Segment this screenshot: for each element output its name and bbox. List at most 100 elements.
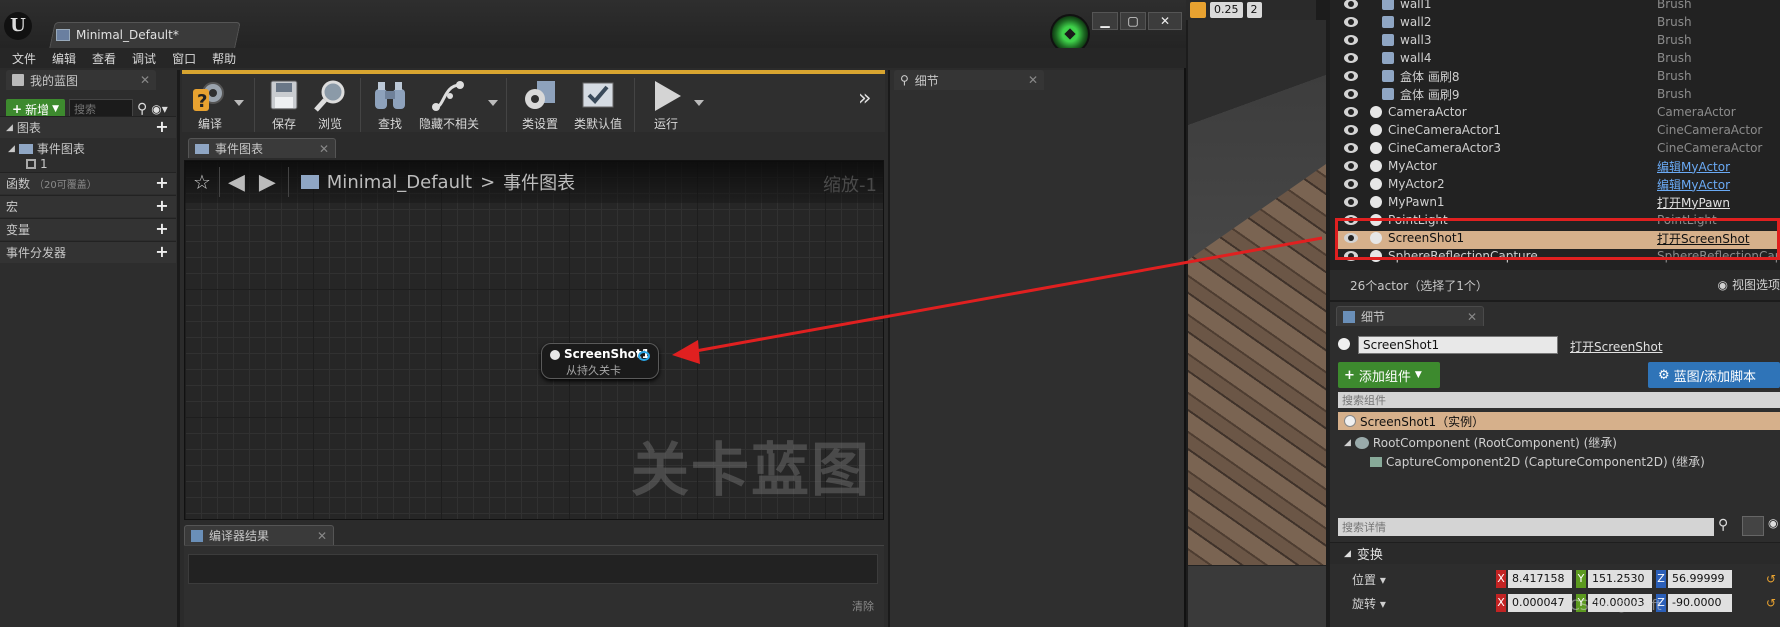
graph-child-item[interactable]: 1 [26, 157, 48, 171]
browse-button[interactable]: 浏览 [308, 76, 352, 134]
menu-view[interactable]: 查看 [84, 48, 124, 68]
add-macro-button[interactable]: + [154, 198, 170, 215]
class-settings-button[interactable]: 类设置 [516, 76, 564, 134]
graph-item-event-graph[interactable]: ◢ 事件图表 [8, 140, 85, 157]
open-blueprint-link[interactable]: 打开ScreenShot [1570, 338, 1663, 355]
visibility-eye-icon[interactable] [1344, 71, 1358, 81]
event-graph-canvas[interactable]: ☆ ◀ ▶ Minimal_Default > 事件图表 缩放-1 Screen… [184, 160, 884, 520]
rotation-x-field[interactable]: 0.000047 [1508, 594, 1572, 612]
menu-edit[interactable]: 编辑 [44, 48, 84, 68]
output-pin-icon[interactable] [638, 351, 650, 361]
section-variables[interactable]: 变量 + [0, 218, 176, 240]
favorite-star-icon[interactable]: ☆ [193, 170, 211, 194]
save-button[interactable]: 保存 [264, 76, 304, 134]
screenshot1-actor-node[interactable]: ScreenShot1 从持久关卡 [541, 343, 659, 379]
eye-icon[interactable]: ◉ [1768, 516, 1778, 530]
camera-speed[interactable]: 2 [1246, 2, 1262, 18]
menu-debug[interactable]: 调试 [124, 48, 164, 68]
outliner-row-type[interactable]: 编辑MyActor [1657, 176, 1730, 193]
add-function-button[interactable]: + [154, 175, 170, 192]
close-icon[interactable]: ✕ [140, 73, 150, 87]
outliner-row-type[interactable]: 打开MyPawn [1657, 194, 1730, 211]
location-label[interactable]: 位置 ▾ [1352, 571, 1386, 588]
menu-file[interactable]: 文件 [4, 48, 44, 68]
component-row-root[interactable]: ◢ RootComponent (RootComponent) (继承) [1344, 434, 1617, 451]
outliner-row[interactable]: MyActor 编辑MyActor [1330, 157, 1780, 175]
visibility-eye-icon[interactable] [1344, 197, 1358, 207]
menu-window[interactable]: 窗口 [164, 48, 204, 68]
close-button[interactable]: ✕ [1148, 12, 1182, 30]
outliner-row[interactable]: MyPawn1 打开MyPawn [1330, 193, 1780, 211]
add-graph-button[interactable]: + [154, 119, 170, 136]
my-blueprint-tab[interactable]: 我的蓝图 ✕ [6, 70, 156, 90]
visibility-eye-icon[interactable] [1344, 125, 1358, 135]
snap-value[interactable]: 0.25 [1210, 2, 1243, 18]
component-row-capture[interactable]: CaptureComponent2D (CaptureComponent2D) … [1370, 453, 1705, 470]
menu-help[interactable]: 帮助 [204, 48, 244, 68]
close-icon[interactable]: ✕ [1467, 310, 1477, 324]
compiler-results-tab[interactable]: 编译器结果 ✕ [184, 525, 334, 545]
toolbar-overflow-button[interactable]: » [858, 86, 871, 111]
outliner-row[interactable]: 盒体 画刷8 Brush [1330, 67, 1780, 85]
visibility-eye-icon[interactable] [1344, 107, 1358, 117]
outliner-row[interactable]: wall3 Brush [1330, 31, 1780, 49]
class-defaults-button[interactable]: 类默认值 [570, 76, 626, 134]
search-icon[interactable]: ⚲ [1718, 517, 1728, 533]
details-tab[interactable]: ⚲ 细节 ✕ [894, 70, 1044, 90]
view-options-button[interactable]: ◉ 视图选项 [1718, 276, 1780, 293]
eye-icon[interactable]: ◉▾ [151, 102, 168, 116]
forward-arrow-icon[interactable]: ▶ [259, 170, 276, 195]
minimize-button[interactable]: ▁ [1092, 12, 1118, 30]
compile-options-chevron-icon[interactable] [234, 100, 244, 106]
document-tab[interactable]: Minimal_Default* [56, 24, 179, 46]
breadcrumb-root[interactable]: Minimal_Default [327, 172, 472, 193]
outliner-row[interactable]: 盒体 画刷9 Brush [1330, 85, 1780, 103]
compile-button[interactable]: ? 编译 [186, 76, 234, 134]
outliner-row[interactable]: CameraActor CameraActor [1330, 103, 1780, 121]
detail-search-input[interactable] [1338, 518, 1714, 536]
transform-category[interactable]: ◢ 变换 [1330, 542, 1780, 564]
visibility-eye-icon[interactable] [1344, 53, 1358, 63]
visibility-eye-icon[interactable] [1344, 0, 1358, 9]
reset-arrow-icon[interactable]: ↺ [1766, 596, 1776, 610]
section-event-dispatchers[interactable]: 事件分发器 + [0, 241, 176, 263]
location-x-field[interactable]: 8.417158 [1508, 570, 1572, 588]
section-macros[interactable]: 宏 + [0, 195, 176, 217]
component-self-row[interactable]: ScreenShot1（实例） [1338, 412, 1780, 430]
hide-unrelated-chevron-icon[interactable] [488, 100, 498, 106]
maximize-button[interactable]: ▢ [1120, 12, 1146, 30]
section-graphs[interactable]: ◢ 图表 + [0, 116, 176, 138]
add-event-dispatcher-button[interactable]: + [154, 244, 170, 261]
close-icon[interactable]: ✕ [319, 142, 329, 156]
outliner-row[interactable]: wall1 Brush [1330, 0, 1780, 13]
reset-arrow-icon[interactable]: ↺ [1766, 572, 1776, 586]
visibility-eye-icon[interactable] [1344, 35, 1358, 45]
add-component-button[interactable]: + 添加组件 ▼ [1338, 362, 1440, 388]
clear-button[interactable]: 清除 [852, 598, 874, 614]
outliner-row[interactable]: wall2 Brush [1330, 13, 1780, 31]
level-viewport[interactable] [1188, 20, 1326, 565]
add-variable-button[interactable]: + [154, 221, 170, 238]
snap-toggle-icon[interactable] [1190, 2, 1206, 18]
outliner-row[interactable]: MyActor2 编辑MyActor [1330, 175, 1780, 193]
outliner-row[interactable]: wall4 Brush [1330, 49, 1780, 67]
component-search-input[interactable] [1338, 392, 1780, 408]
actor-details-tab[interactable]: 细节 ✕ [1336, 306, 1484, 326]
outliner-row-type[interactable]: 编辑MyActor [1657, 158, 1730, 175]
back-arrow-icon[interactable]: ◀ [228, 170, 245, 195]
actor-name-input[interactable] [1358, 336, 1558, 354]
visibility-eye-icon[interactable] [1344, 179, 1358, 189]
hide-unrelated-button[interactable]: 隐藏不相关 [414, 76, 484, 134]
rotation-z-field[interactable]: -90.0000 [1668, 594, 1732, 612]
find-button[interactable]: 查找 [370, 76, 410, 134]
rotation-label[interactable]: 旋转 ▾ [1352, 595, 1386, 612]
run-options-chevron-icon[interactable] [694, 100, 704, 106]
visibility-eye-icon[interactable] [1344, 89, 1358, 99]
close-icon[interactable]: ✕ [1028, 73, 1038, 87]
run-button[interactable]: 运行 [644, 76, 688, 134]
visibility-eye-icon[interactable] [1344, 17, 1358, 27]
event-graph-tab[interactable]: 事件图表 ✕ [188, 138, 336, 158]
close-icon[interactable]: ✕ [317, 529, 327, 543]
location-z-field[interactable]: 56.99999 [1668, 570, 1732, 588]
location-y-field[interactable]: 151.2530 [1588, 570, 1652, 588]
